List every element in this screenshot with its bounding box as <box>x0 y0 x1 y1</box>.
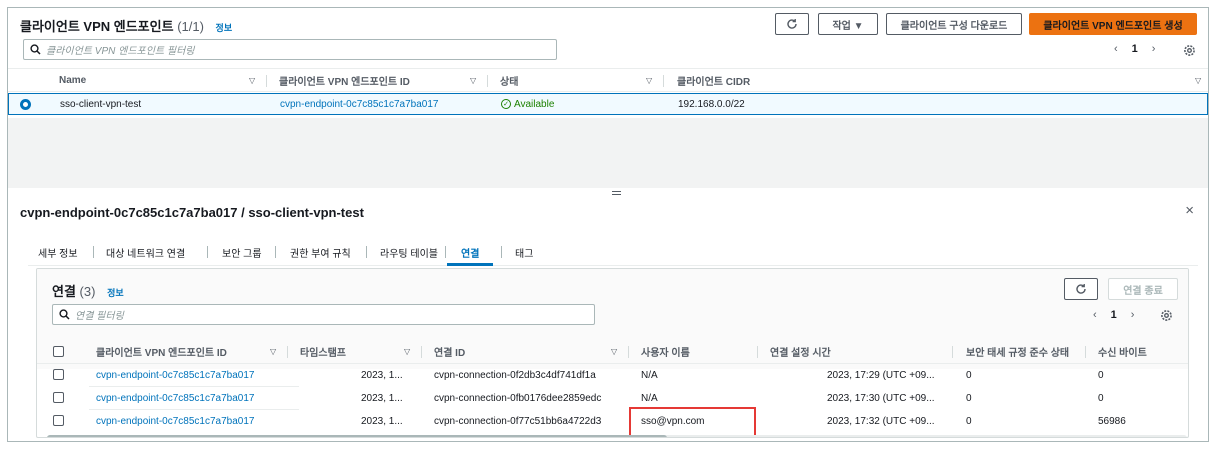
settings-icon[interactable] <box>1160 309 1173 322</box>
close-icon[interactable]: × <box>1185 202 1194 219</box>
endpoint-id-link[interactable]: cvpn-endpoint-0c7c85c1c7a7ba017 <box>280 99 438 110</box>
detail-tabs: 세부 정보 대상 네트워크 연결 보안 그룹 권한 부여 규칙 라우팅 테이블 … <box>28 236 1198 266</box>
sort-icon[interactable]: ▽ <box>1195 76 1201 85</box>
row-radio-selected[interactable] <box>20 99 31 110</box>
established-time: 2023, 17:30 (UTC +09... <box>827 392 935 404</box>
console-frame: 클라이언트 VPN 엔드포인트 (1/1) 정보 작업 ▼ 클라이언트 구성 다… <box>7 7 1209 442</box>
sort-icon[interactable]: ▽ <box>270 347 276 356</box>
established-time: 2023, 17:32 (UTC +09... <box>827 415 935 427</box>
next-page-button[interactable]: › <box>1152 43 1156 55</box>
prev-page-button[interactable]: ‹ <box>1114 43 1118 55</box>
col-name[interactable]: Name <box>59 75 86 86</box>
username: N/A <box>641 369 658 381</box>
connections-count: (3) <box>79 284 96 299</box>
tab-authorization-rules[interactable]: 권한 부여 규칙 <box>290 245 351 260</box>
connection-table-header: 클라이언트 VPN 엔드포인트 ID ▽ 타임스탬프 ▽ 연결 ID ▽ 사용자… <box>37 340 1188 364</box>
sort-icon[interactable]: ▽ <box>646 76 652 85</box>
tab-route-table[interactable]: 라우팅 테이블 <box>380 245 438 260</box>
col-cidr[interactable]: 클라이언트 CIDR <box>677 73 750 88</box>
col-timestamp[interactable]: 타임스탬프 <box>300 344 346 359</box>
connection-id: cvpn-connection-0f2db3c4df741df1a <box>434 369 596 381</box>
posture-status: 0 <box>966 369 972 381</box>
timestamp: 2023, 1... <box>361 369 403 381</box>
tab-security-groups[interactable]: 보안 그룹 <box>222 245 262 260</box>
tab-target-network[interactable]: 대상 네트워크 연결 <box>106 245 185 260</box>
posture-status: 0 <box>966 415 972 427</box>
select-all-checkbox[interactable] <box>53 346 64 357</box>
endpoints-panel: 클라이언트 VPN 엔드포인트 (1/1) 정보 작업 ▼ 클라이언트 구성 다… <box>8 8 1208 188</box>
endpoint-id-link[interactable]: cvpn-endpoint-0c7c85c1c7a7ba017 <box>96 416 254 427</box>
username: N/A <box>641 392 658 404</box>
username-highlight-box <box>629 407 756 437</box>
tab-tags[interactable]: 태그 <box>515 245 533 260</box>
connection-id: cvpn-connection-0fb0176dee2859edc <box>434 392 602 404</box>
prev-page-button[interactable]: ‹ <box>1093 309 1097 321</box>
posture-status: 0 <box>966 392 972 404</box>
scrollbar-thumb[interactable] <box>47 435 667 437</box>
table-row[interactable]: cvpn-endpoint-0c7c85c1c7a7ba017 2023, 1.… <box>37 387 1188 409</box>
tab-connections[interactable]: 연결 <box>461 245 479 260</box>
endpoint-search-input[interactable]: 클라이언트 VPN 엔드포인트 필터링 <box>23 39 557 60</box>
bytes-received: 0 <box>1098 369 1104 381</box>
bytes-received: 56986 <box>1098 415 1126 427</box>
timestamp: 2023, 1... <box>361 392 403 404</box>
sort-icon[interactable]: ▽ <box>404 347 410 356</box>
detail-title: cvpn-endpoint-0c7c85c1c7a7ba017 / sso-cl… <box>20 205 364 220</box>
endpoint-table-header: Name ▽ 클라이언트 VPN 엔드포인트 ID ▽ 상태 ▽ 클라이언트 C… <box>8 68 1208 92</box>
actions-button[interactable]: 작업 ▼ <box>818 13 878 35</box>
col-endpoint-id[interactable]: 클라이언트 VPN 엔드포인트 ID <box>279 73 410 88</box>
sort-icon[interactable]: ▽ <box>611 347 617 356</box>
row-checkbox[interactable] <box>53 415 64 426</box>
table-row[interactable]: cvpn-endpoint-0c7c85c1c7a7ba017 2023, 1.… <box>37 410 1188 432</box>
create-endpoint-button[interactable]: 클라이언트 VPN 엔드포인트 생성 <box>1029 13 1197 35</box>
sort-icon[interactable]: ▽ <box>470 76 476 85</box>
info-link[interactable]: 정보 <box>107 288 124 298</box>
endpoint-id-link[interactable]: cvpn-endpoint-0c7c85c1c7a7ba017 <box>96 393 254 404</box>
refresh-icon <box>1076 284 1086 294</box>
connections-container: 연결 (3) 정보 연결 종료 연결 필터링 ‹ 1 › 클라이언트 VPN 엔… <box>36 268 1189 438</box>
established-time: 2023, 17:29 (UTC +09... <box>827 369 935 381</box>
connection-pagination: ‹ 1 › <box>1093 309 1134 321</box>
col-username[interactable]: 사용자 이름 <box>641 344 690 359</box>
endpoint-row-selected[interactable]: sso-client-vpn-test cvpn-endpoint-0c7c85… <box>8 93 1208 115</box>
connection-id: cvpn-connection-0f77c51bb6a4722d3 <box>434 415 602 427</box>
timestamp: 2023, 1... <box>361 415 403 427</box>
search-icon <box>59 309 70 320</box>
col-bytes-received[interactable]: 수신 바이트 <box>1098 344 1147 359</box>
refresh-button[interactable] <box>1064 278 1098 300</box>
search-icon <box>30 44 41 55</box>
row-checkbox[interactable] <box>53 369 64 380</box>
next-page-button[interactable]: › <box>1131 309 1135 321</box>
page-title: 클라이언트 VPN 엔드포인트 (1/1) 정보 <box>20 19 233 34</box>
endpoint-name: sso-client-vpn-test <box>60 98 142 110</box>
download-config-button[interactable]: 클라이언트 구성 다운로드 <box>886 13 1022 35</box>
current-page[interactable]: 1 <box>1132 43 1138 55</box>
terminate-connection-button[interactable]: 연결 종료 <box>1108 278 1178 300</box>
connection-search-input[interactable]: 연결 필터링 <box>52 304 595 325</box>
row-checkbox[interactable] <box>53 392 64 403</box>
col-established-time[interactable]: 연결 설정 시간 <box>770 344 831 359</box>
current-page[interactable]: 1 <box>1111 309 1117 321</box>
col-posture[interactable]: 보안 태세 규정 준수 상태 <box>966 344 1069 359</box>
col-connection-id[interactable]: 연결 ID <box>434 344 465 359</box>
refresh-icon <box>787 19 797 29</box>
bytes-received: 0 <box>1098 392 1104 404</box>
table-row[interactable]: cvpn-endpoint-0c7c85c1c7a7ba017 2023, 1.… <box>37 364 1188 386</box>
col-endpoint-id[interactable]: 클라이언트 VPN 엔드포인트 ID <box>96 344 227 359</box>
tab-details[interactable]: 세부 정보 <box>38 245 78 260</box>
split-panel-handle[interactable] <box>612 191 621 197</box>
endpoint-count: (1/1) <box>177 19 204 34</box>
col-status[interactable]: 상태 <box>500 73 518 88</box>
settings-icon[interactable] <box>1183 44 1196 57</box>
status-badge: ✓ Available <box>501 99 554 110</box>
endpoint-id-link[interactable]: cvpn-endpoint-0c7c85c1c7a7ba017 <box>96 370 254 381</box>
sort-icon[interactable]: ▽ <box>249 76 255 85</box>
refresh-button[interactable] <box>775 13 809 35</box>
endpoint-pagination: ‹ 1 › <box>1114 43 1155 55</box>
info-link[interactable]: 정보 <box>216 23 233 33</box>
connections-title: 연결 (3) 정보 <box>52 284 124 299</box>
endpoint-cidr: 192.168.0.0/22 <box>678 98 745 110</box>
check-circle-icon: ✓ <box>501 99 511 109</box>
